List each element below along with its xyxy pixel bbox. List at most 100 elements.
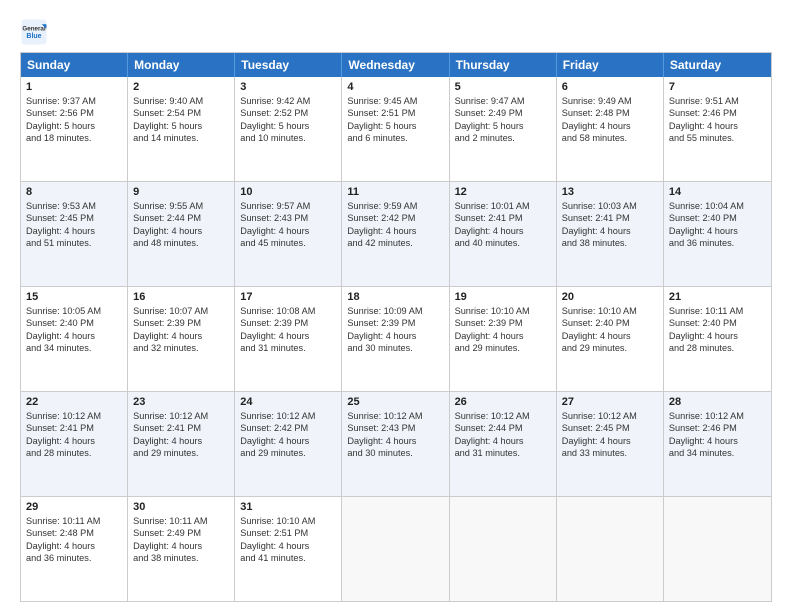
cell-line: Sunrise: 10:12 AM bbox=[133, 410, 229, 422]
calendar-cell: 18Sunrise: 10:09 AMSunset: 2:39 PMDaylig… bbox=[342, 287, 449, 391]
cell-line: Sunset: 2:49 PM bbox=[133, 527, 229, 539]
cell-line: Sunrise: 9:53 AM bbox=[26, 200, 122, 212]
cell-line: Daylight: 4 hours bbox=[133, 225, 229, 237]
calendar-cell: 4Sunrise: 9:45 AMSunset: 2:51 PMDaylight… bbox=[342, 77, 449, 181]
cell-line: Sunrise: 10:12 AM bbox=[669, 410, 766, 422]
cell-line: Sunrise: 10:11 AM bbox=[669, 305, 766, 317]
weekday-header: Wednesday bbox=[342, 53, 449, 77]
cell-line: and 31 minutes. bbox=[455, 447, 551, 459]
weekday-header: Tuesday bbox=[235, 53, 342, 77]
calendar-cell: 31Sunrise: 10:10 AMSunset: 2:51 PMDaylig… bbox=[235, 497, 342, 601]
cell-line: Daylight: 4 hours bbox=[455, 330, 551, 342]
calendar-cell: 5Sunrise: 9:47 AMSunset: 2:49 PMDaylight… bbox=[450, 77, 557, 181]
day-number: 21 bbox=[669, 291, 766, 303]
day-number: 22 bbox=[26, 396, 122, 408]
cell-line: Sunset: 2:42 PM bbox=[347, 212, 443, 224]
cell-line: Sunrise: 10:11 AM bbox=[133, 515, 229, 527]
cell-line: Sunrise: 10:12 AM bbox=[240, 410, 336, 422]
cell-line: Sunrise: 10:11 AM bbox=[26, 515, 122, 527]
calendar-cell: 26Sunrise: 10:12 AMSunset: 2:44 PMDaylig… bbox=[450, 392, 557, 496]
cell-line: Sunrise: 10:07 AM bbox=[133, 305, 229, 317]
cell-line: Daylight: 4 hours bbox=[240, 435, 336, 447]
calendar-cell: 11Sunrise: 9:59 AMSunset: 2:42 PMDayligh… bbox=[342, 182, 449, 286]
calendar-cell: 2Sunrise: 9:40 AMSunset: 2:54 PMDaylight… bbox=[128, 77, 235, 181]
cell-line: and 18 minutes. bbox=[26, 132, 122, 144]
cell-line: Daylight: 5 hours bbox=[347, 120, 443, 132]
cell-line: Sunrise: 10:12 AM bbox=[455, 410, 551, 422]
day-number: 24 bbox=[240, 396, 336, 408]
cell-line: Sunset: 2:41 PM bbox=[133, 422, 229, 434]
cell-line: Daylight: 4 hours bbox=[133, 540, 229, 552]
cell-line: Sunrise: 10:05 AM bbox=[26, 305, 122, 317]
cell-line: and 10 minutes. bbox=[240, 132, 336, 144]
logo: General Blue bbox=[20, 18, 52, 46]
cell-line: Daylight: 4 hours bbox=[669, 330, 766, 342]
cell-line: Sunrise: 9:49 AM bbox=[562, 95, 658, 107]
cell-line: Daylight: 4 hours bbox=[562, 435, 658, 447]
cell-line: Sunrise: 10:10 AM bbox=[562, 305, 658, 317]
day-number: 2 bbox=[133, 81, 229, 93]
calendar-cell: 9Sunrise: 9:55 AMSunset: 2:44 PMDaylight… bbox=[128, 182, 235, 286]
calendar-cell: 16Sunrise: 10:07 AMSunset: 2:39 PMDaylig… bbox=[128, 287, 235, 391]
calendar-cell: 21Sunrise: 10:11 AMSunset: 2:40 PMDaylig… bbox=[664, 287, 771, 391]
cell-line: Sunrise: 10:12 AM bbox=[347, 410, 443, 422]
day-number: 28 bbox=[669, 396, 766, 408]
cell-line: Daylight: 4 hours bbox=[562, 330, 658, 342]
cell-line: Daylight: 5 hours bbox=[133, 120, 229, 132]
cell-line: Sunrise: 9:57 AM bbox=[240, 200, 336, 212]
cell-line: and 29 minutes. bbox=[240, 447, 336, 459]
cell-line: Sunrise: 9:55 AM bbox=[133, 200, 229, 212]
cell-line: and 2 minutes. bbox=[455, 132, 551, 144]
cell-line: Daylight: 4 hours bbox=[240, 330, 336, 342]
cell-line: Sunrise: 10:03 AM bbox=[562, 200, 658, 212]
cell-line: and 6 minutes. bbox=[347, 132, 443, 144]
cell-line: and 45 minutes. bbox=[240, 237, 336, 249]
cell-line: Sunrise: 10:10 AM bbox=[240, 515, 336, 527]
day-number: 30 bbox=[133, 501, 229, 513]
cell-line: Daylight: 5 hours bbox=[455, 120, 551, 132]
day-number: 4 bbox=[347, 81, 443, 93]
calendar-cell: 15Sunrise: 10:05 AMSunset: 2:40 PMDaylig… bbox=[21, 287, 128, 391]
cell-line: Daylight: 4 hours bbox=[240, 225, 336, 237]
day-number: 16 bbox=[133, 291, 229, 303]
cell-line: Daylight: 4 hours bbox=[26, 330, 122, 342]
calendar-cell: 10Sunrise: 9:57 AMSunset: 2:43 PMDayligh… bbox=[235, 182, 342, 286]
calendar-cell: 28Sunrise: 10:12 AMSunset: 2:46 PMDaylig… bbox=[664, 392, 771, 496]
calendar-cell: 17Sunrise: 10:08 AMSunset: 2:39 PMDaylig… bbox=[235, 287, 342, 391]
calendar-cell: 7Sunrise: 9:51 AMSunset: 2:46 PMDaylight… bbox=[664, 77, 771, 181]
cell-line: and 38 minutes. bbox=[562, 237, 658, 249]
logo-icon: General Blue bbox=[20, 18, 48, 46]
calendar-header: SundayMondayTuesdayWednesdayThursdayFrid… bbox=[21, 53, 771, 77]
cell-line: Sunset: 2:48 PM bbox=[562, 107, 658, 119]
cell-line: Sunrise: 9:59 AM bbox=[347, 200, 443, 212]
page: General Blue SundayMondayTuesdayWednesda… bbox=[0, 0, 792, 612]
cell-line: and 55 minutes. bbox=[669, 132, 766, 144]
cell-line: Sunrise: 10:12 AM bbox=[562, 410, 658, 422]
day-number: 12 bbox=[455, 186, 551, 198]
calendar-cell: 14Sunrise: 10:04 AMSunset: 2:40 PMDaylig… bbox=[664, 182, 771, 286]
cell-line: Sunset: 2:44 PM bbox=[133, 212, 229, 224]
calendar-cell: 22Sunrise: 10:12 AMSunset: 2:41 PMDaylig… bbox=[21, 392, 128, 496]
day-number: 27 bbox=[562, 396, 658, 408]
cell-line: and 29 minutes. bbox=[455, 342, 551, 354]
day-number: 23 bbox=[133, 396, 229, 408]
day-number: 11 bbox=[347, 186, 443, 198]
day-number: 20 bbox=[562, 291, 658, 303]
cell-line: Daylight: 4 hours bbox=[455, 225, 551, 237]
cell-line: Sunset: 2:39 PM bbox=[347, 317, 443, 329]
cell-line: Sunrise: 10:10 AM bbox=[455, 305, 551, 317]
weekday-header: Friday bbox=[557, 53, 664, 77]
day-number: 6 bbox=[562, 81, 658, 93]
cell-line: Sunset: 2:45 PM bbox=[562, 422, 658, 434]
cell-line: Sunset: 2:46 PM bbox=[669, 107, 766, 119]
calendar-cell bbox=[664, 497, 771, 601]
cell-line: Daylight: 5 hours bbox=[26, 120, 122, 132]
cell-line: Daylight: 4 hours bbox=[669, 435, 766, 447]
cell-line: Sunset: 2:52 PM bbox=[240, 107, 336, 119]
cell-line: Sunset: 2:41 PM bbox=[26, 422, 122, 434]
cell-line: Sunrise: 9:40 AM bbox=[133, 95, 229, 107]
cell-line: Sunset: 2:45 PM bbox=[26, 212, 122, 224]
cell-line: Sunset: 2:51 PM bbox=[347, 107, 443, 119]
calendar-cell: 12Sunrise: 10:01 AMSunset: 2:41 PMDaylig… bbox=[450, 182, 557, 286]
calendar-row: 29Sunrise: 10:11 AMSunset: 2:48 PMDaylig… bbox=[21, 496, 771, 601]
